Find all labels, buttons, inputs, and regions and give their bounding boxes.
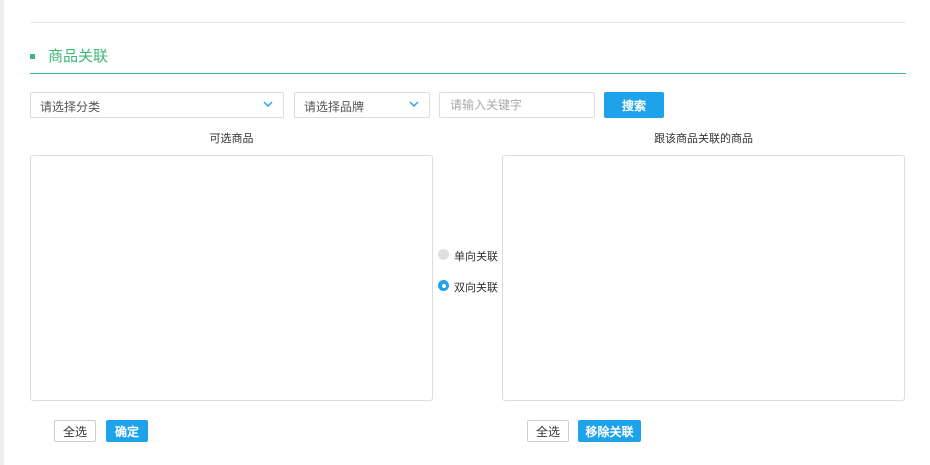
- chevron-down-icon: [263, 101, 273, 107]
- radio-unselected-icon: [438, 249, 449, 260]
- search-button[interactable]: 搜索: [604, 92, 664, 118]
- category-select-value: 请选择分类: [40, 100, 101, 114]
- brand-select[interactable]: 请选择品牌: [294, 92, 430, 118]
- category-select[interactable]: 请选择分类: [30, 92, 284, 118]
- section-title: 商品关联: [48, 47, 109, 65]
- confirm-button[interactable]: 确定: [106, 420, 148, 442]
- right-select-all-button[interactable]: 全选: [527, 420, 569, 442]
- related-goods-title: 跟该商品关联的商品: [654, 132, 753, 145]
- available-goods-title: 可选商品: [209, 132, 254, 145]
- left-select-all-button[interactable]: 全选: [54, 420, 96, 442]
- top-divider: [30, 22, 906, 23]
- section-marker-icon: [30, 54, 35, 59]
- chevron-down-icon: [409, 101, 419, 107]
- radio-one-way-label: 单向关联: [454, 250, 498, 263]
- left-edge-bar: [0, 0, 4, 465]
- section-header: 商品关联: [30, 40, 906, 74]
- brand-select-value: 请选择品牌: [304, 100, 365, 114]
- available-goods-list[interactable]: [30, 155, 433, 401]
- radio-selected-icon: [438, 280, 449, 291]
- radio-two-way-label: 双向关联: [454, 281, 498, 294]
- related-goods-list[interactable]: [502, 155, 905, 401]
- remove-relation-button[interactable]: 移除关联: [578, 420, 641, 442]
- keyword-input[interactable]: [439, 92, 595, 118]
